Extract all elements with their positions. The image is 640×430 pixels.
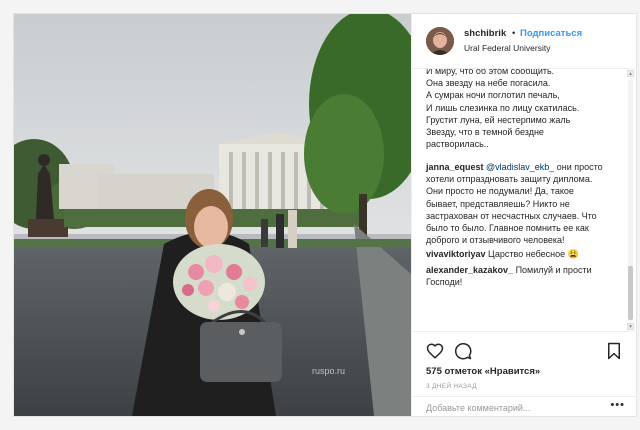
comment-item: alexander_kazakov_ Помилуй и прости Госп… [426, 264, 623, 288]
caption-line: А сумрак ночи поглотил печаль, [426, 90, 560, 101]
post-header: shchibrik • Подписаться Ural Federal Uni… [412, 14, 637, 69]
screen: ruspo.ru shchibrik • Подписаться Ural Fe… [0, 0, 640, 430]
scrollbar-thumb[interactable] [628, 266, 633, 320]
comment-text: Царство небесное 😩 [485, 249, 579, 259]
caption-line: Звезду, что в темной бездне [426, 127, 544, 138]
caption-line: растворилась.. [426, 139, 489, 150]
comment-text: хотели отпраздновать защиту диплома. [426, 174, 593, 185]
comment-mention[interactable]: @vladislav_ekb_ [486, 162, 554, 172]
comment-text: Помилуй и прости [513, 265, 592, 275]
photo-scene: ruspo.ru [14, 14, 411, 416]
comments-list: И миру, что об этом сообщить. Она звезду… [412, 69, 637, 331]
comment-text: Господи! [426, 277, 463, 288]
photo-watermark: ruspo.ru [312, 366, 345, 376]
scroll-down-arrow[interactable]: ▼ [627, 323, 634, 330]
comment-item: janna_equest @vladislav_ekb_ они просто … [426, 161, 623, 246]
post-timestamp[interactable]: 3 ДНЕЙ НАЗАД [426, 383, 477, 390]
comment-text: было то было. Главное помнить ее как [426, 223, 589, 234]
follow-button[interactable]: Подписаться [520, 28, 582, 39]
username[interactable]: shchibrik [464, 28, 506, 39]
heart-icon[interactable] [426, 342, 444, 360]
comment-input[interactable] [426, 400, 596, 415]
comment-item: vivaviktoriyav Царство небесное 😩 [426, 248, 623, 260]
bookmark-icon[interactable] [605, 342, 623, 360]
comment-text: бывает, представляешь? Никто не [426, 198, 570, 209]
separator-dot: • [512, 28, 516, 39]
likes-count[interactable]: 575 отметок «Нравится» [426, 366, 540, 377]
post-photo[interactable]: ruspo.ru [14, 14, 411, 416]
scroll-up-arrow[interactable]: ▲ [627, 70, 634, 77]
caption-line: И миру, что об этом сообщить. [426, 69, 555, 76]
comment-username[interactable]: alexander_kazakov_ [426, 265, 513, 275]
caption-line: Она звезду на небе погасила. [426, 78, 551, 89]
comment-icon[interactable] [454, 342, 472, 360]
avatar-image [426, 27, 454, 55]
avatar[interactable] [426, 27, 454, 55]
comment-text: Они просто не подумали! Да, такое [426, 186, 574, 197]
add-comment-bar: ••• [412, 396, 637, 417]
comment-text: доброго и отзывчивого человека! [426, 235, 565, 246]
comment-text: они просто [554, 162, 603, 172]
caption-line: И лишь слезинка по лицу скатилась. [426, 102, 580, 113]
caption-text: И миру, что об этом сообщить. Она звезду… [426, 69, 623, 150]
comment-username[interactable]: janna_equest [426, 162, 484, 172]
instagram-post: ruspo.ru shchibrik • Подписаться Ural Fe… [13, 13, 637, 417]
post-actions: 575 отметок «Нравится» 3 ДНЕЙ НАЗАД ••• [412, 331, 637, 416]
caption-line: Грустит луна, ей нестерпимо жаль [426, 114, 571, 125]
location-link[interactable]: Ural Federal University [464, 43, 550, 53]
more-options-button[interactable]: ••• [610, 399, 625, 411]
post-sidebar: shchibrik • Подписаться Ural Federal Uni… [411, 14, 637, 416]
comments-scrollbar[interactable]: ▲ ▼ [627, 70, 634, 330]
comment-text: застрахован от несчастных случаев. Что [426, 210, 597, 221]
comment-username[interactable]: vivaviktoriyav [426, 249, 486, 259]
